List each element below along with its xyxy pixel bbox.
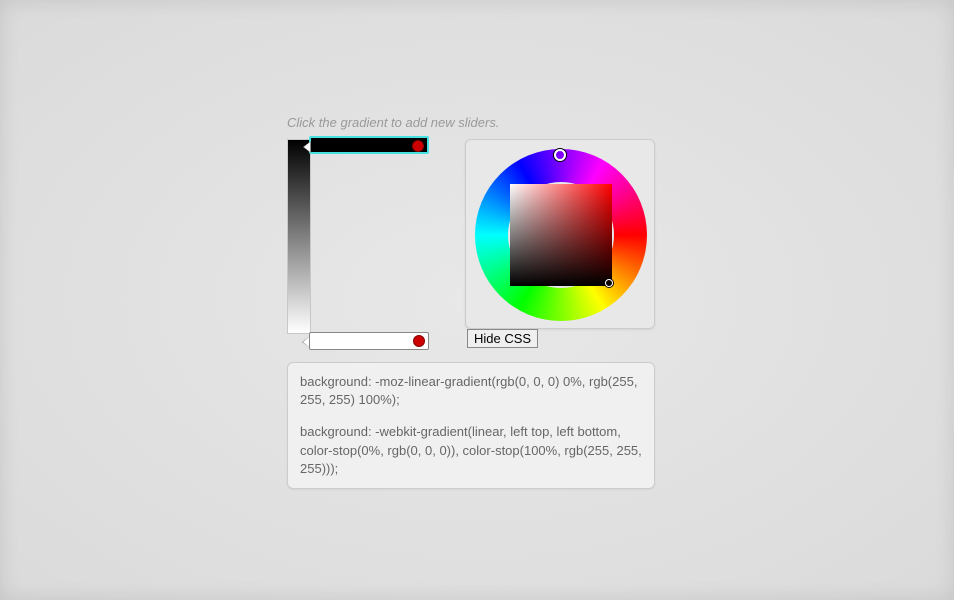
slider-arrow-icon: [303, 141, 311, 153]
gradient-stop-slider-1[interactable]: [309, 332, 429, 350]
slider-delete-button[interactable]: [412, 140, 424, 152]
css-moz-line: background: -moz-linear-gradient(rgb(0, …: [300, 373, 642, 409]
slider-delete-button[interactable]: [413, 335, 425, 347]
slider-arrow-inner: [304, 142, 310, 152]
hue-marker-icon[interactable]: [554, 149, 566, 161]
toggle-css-button[interactable]: Hide CSS: [467, 329, 538, 348]
css-output-panel: background: -moz-linear-gradient(rgb(0, …: [287, 362, 655, 489]
sv-marker-icon[interactable]: [605, 279, 613, 287]
gradient-stop-slider-0[interactable]: [309, 136, 429, 154]
slider-arrow-icon: [302, 336, 310, 348]
editor-row: [287, 136, 655, 356]
instruction-text: Click the gradient to add new sliders.: [287, 115, 655, 130]
gradient-panel: [287, 136, 457, 356]
color-picker-panel: [465, 139, 655, 329]
css-webkit-line: background: -webkit-gradient(linear, lef…: [300, 423, 642, 478]
gradient-preview-bar[interactable]: [287, 139, 311, 334]
saturation-value-square[interactable]: [510, 184, 612, 286]
slider-arrow-inner: [303, 337, 309, 347]
